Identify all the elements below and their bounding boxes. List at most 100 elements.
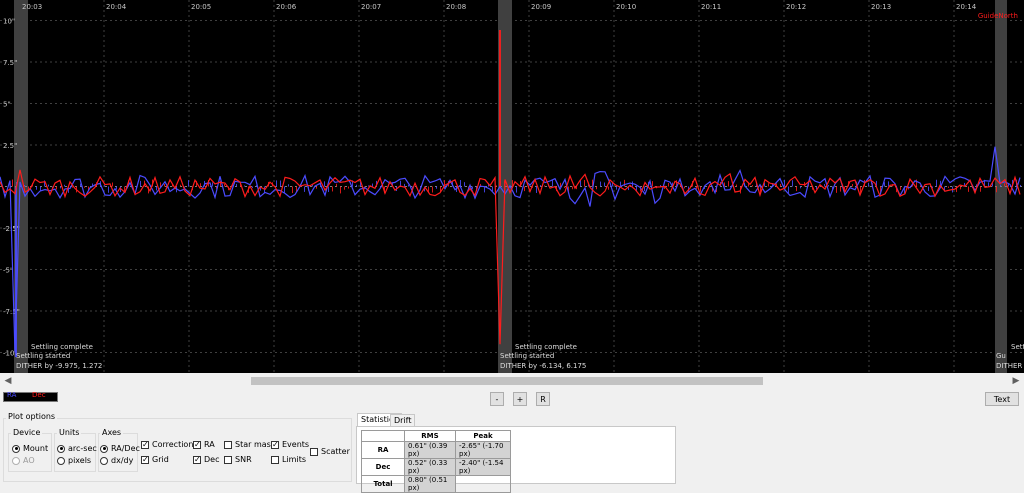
corrections-checkbox[interactable]: ✓ Corrections [141,440,198,449]
table-row: Total 0.80" (0.51 px) [361,475,511,493]
radio-icon [12,444,20,453]
radio-icon [57,456,65,465]
correction-bar [84,186,85,188]
correction-bar [200,183,201,187]
correction-bar [584,180,585,187]
time-label: 20:06 [276,3,297,11]
correction-bar [484,186,485,193]
correction-bar [276,180,277,187]
header-cell: Peak [455,430,511,442]
correction-bar [188,180,189,187]
correction-bar [344,186,345,190]
correction-bar [160,182,161,187]
correction-bar [1004,183,1005,187]
units-arcsec-radio[interactable]: arc-sec [57,444,97,453]
correction-bar [988,182,989,187]
statistics-table: RMS Peak RA 0.61" (0.39 px) -2.65" (-1.7… [361,430,511,493]
correction-bar [72,186,73,188]
device-title: Device [11,428,43,437]
y-axis-label: -7.5" [3,308,20,316]
correction-bar [284,186,285,194]
correction-bar [436,186,437,189]
ra-checkbox[interactable]: ✓ RA [193,440,215,449]
time-label: 20:10 [616,3,636,11]
correction-bar [236,183,237,187]
zoom-out-button[interactable]: - [490,392,504,406]
correction-bar [104,185,105,187]
correction-bar [404,183,405,187]
reset-button[interactable]: R [536,392,550,406]
correction-bar [644,186,645,192]
correction-bar [536,186,537,193]
axes-radec-radio[interactable]: RA/Dec [100,444,140,453]
checkmark-icon: ✓ [141,454,149,464]
table-row: Dec 0.52" (0.33 px) -2.40" (-1.54 px) [361,458,511,476]
correction-bar [624,179,625,187]
correction-bar [828,185,829,187]
corner-label: GuideNorth [978,12,1018,20]
correction-bar [928,186,929,191]
correction-bar [156,186,157,191]
correction-bar [596,186,597,190]
correction-bar [524,186,525,192]
snr-checkbox[interactable]: SNR [224,455,252,464]
table-header-row: RMS Peak [361,430,511,442]
correction-bar [64,184,65,187]
correction-bar [36,186,37,190]
correction-bar [324,181,325,187]
correction-bar [652,181,653,187]
correction-bar [800,186,801,189]
units-pixels-radio[interactable]: pixels [57,456,91,465]
time-label: 20:09 [531,3,551,11]
correction-bar [948,186,949,188]
header-cell: RMS [404,430,456,442]
limits-checkbox[interactable]: Limits [271,455,306,464]
correction-bar [432,186,433,193]
time-label: 20:08 [446,3,466,11]
correction-bar [464,182,465,187]
correction-bar [292,186,293,194]
correction-bar [604,182,605,187]
dec-checkbox[interactable]: ✓ Dec [193,455,219,464]
checkmark-icon: ✓ [193,439,201,449]
checkmark-icon: ✓ [193,454,201,464]
scatter-checkbox[interactable]: Scatter [310,447,350,456]
correction-bar [784,179,785,187]
correction-bar [244,185,245,187]
correction-bar [304,186,305,192]
row-label: Dec [361,458,405,476]
axes-dxdy-radio[interactable]: dx/dy [100,456,133,465]
events-checkbox[interactable]: ✓ Events [271,440,309,449]
correction-bar [780,183,781,187]
text-button[interactable]: Text [985,392,1019,406]
device-mount-radio[interactable]: Mount [12,444,48,453]
grid-checkbox[interactable]: ✓ Grid [141,455,169,464]
plot-options-title: Plot options [6,412,58,421]
correction-bar [164,183,165,187]
time-label: 20:12 [786,3,806,11]
correction-bar [252,186,253,189]
graph-scrollbar[interactable]: ◀ ▶ [0,374,1024,388]
correction-bar [316,186,317,189]
radio-icon [12,456,20,465]
device-ao-radio: AO [12,456,35,465]
correction-bar [492,186,493,192]
guide-graph[interactable]: 20:03 20:04 20:05 20:06 20:07 20:08 20:09 20:10… [0,0,1024,373]
correction-bar [868,182,869,187]
scroll-right-arrow-icon[interactable]: ▶ [1010,375,1022,387]
scroll-left-arrow-icon[interactable]: ◀ [2,375,14,387]
scroll-thumb[interactable] [251,377,763,385]
correction-bar [752,185,753,187]
event-settling-started: Settling started [16,352,70,360]
star-mass-checkbox[interactable]: Star mass [224,440,275,449]
correction-bar [108,186,109,193]
peak-cell [455,475,511,493]
y-axis-label: -5" [3,267,13,275]
peak-cell: -2.65" (-1.70 px) [455,441,511,459]
correction-bar [1000,184,1001,187]
zoom-in-button[interactable]: + [513,392,527,406]
correction-bar [552,179,553,187]
correction-bar [572,186,573,190]
correction-bar [728,181,729,187]
rms-cell: 0.61" (0.39 px) [404,441,456,459]
